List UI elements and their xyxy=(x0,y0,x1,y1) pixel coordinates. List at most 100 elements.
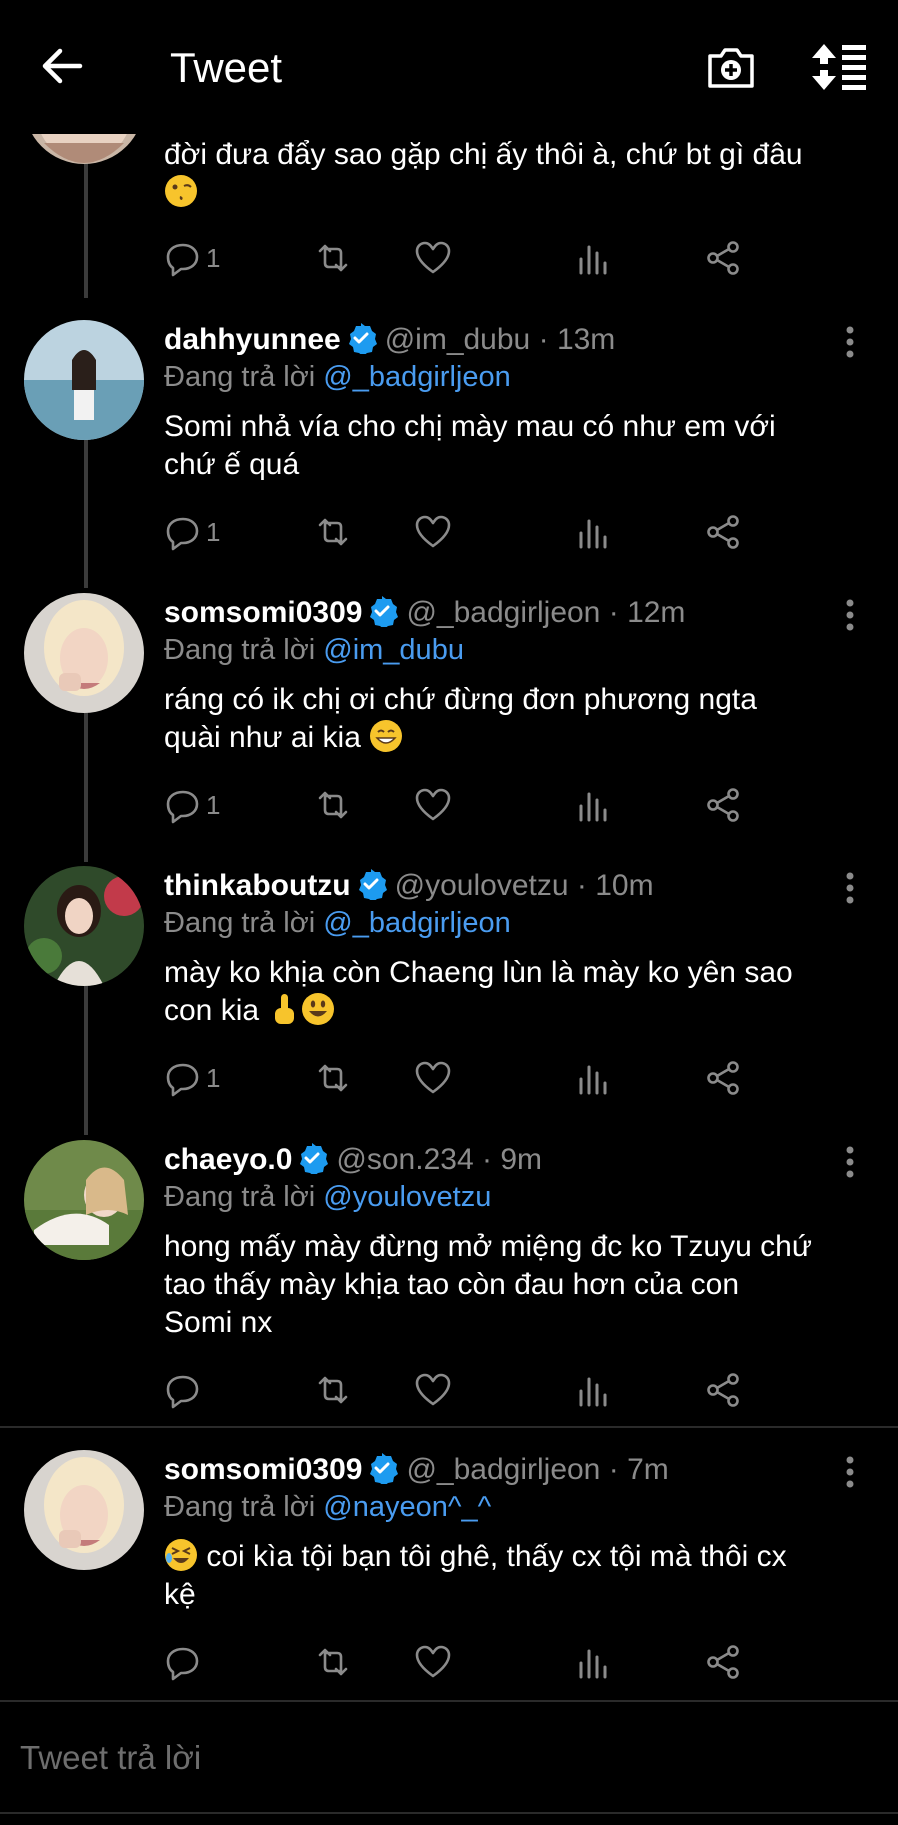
like-button[interactable] xyxy=(414,1642,452,1682)
analytics-icon xyxy=(579,245,607,275)
retweet-icon xyxy=(318,244,348,272)
avatar[interactable] xyxy=(24,593,144,713)
analytics-button[interactable] xyxy=(574,238,612,278)
tweet-actions: 1 xyxy=(164,785,864,825)
share-button[interactable] xyxy=(704,512,742,552)
reply-icon xyxy=(166,1063,199,1097)
display-name[interactable]: somsomi0309 xyxy=(164,596,362,629)
reply-button[interactable]: 1 xyxy=(164,1058,220,1098)
display-name[interactable]: dahhyunnee xyxy=(164,323,341,356)
reply-button[interactable] xyxy=(164,1370,206,1410)
reply-button[interactable]: 1 xyxy=(164,785,220,825)
timestamp: 9m xyxy=(500,1143,543,1176)
divider xyxy=(0,1426,898,1428)
reply-button[interactable] xyxy=(164,1642,206,1682)
verified-badge-icon xyxy=(370,596,399,627)
retweet-button[interactable] xyxy=(314,1642,352,1682)
like-button[interactable] xyxy=(414,512,452,552)
heart-icon xyxy=(415,241,451,274)
tweet-actions xyxy=(164,1642,864,1682)
tweet-text: ráng có ik chị ơi chứ đừng đơn phương ng… xyxy=(164,683,757,754)
display-name[interactable]: thinkaboutzu xyxy=(164,869,351,902)
mention-link[interactable]: @_badgirljeon xyxy=(323,361,510,393)
pointing-up-emoji-icon xyxy=(275,994,295,1024)
analytics-button[interactable] xyxy=(574,1370,612,1410)
reply-count: 1 xyxy=(206,516,221,547)
share-icon xyxy=(707,241,739,275)
more-options-icon[interactable] xyxy=(842,599,858,631)
share-icon xyxy=(707,1373,739,1407)
reply-count: 1 xyxy=(206,789,221,820)
verified-badge-icon xyxy=(370,1453,399,1484)
tweet-text: mày ko khịa còn Chaeng lùn là mày ko yên… xyxy=(164,956,793,1027)
display-name[interactable]: chaeyo.0 xyxy=(164,1143,292,1176)
more-options-icon[interactable] xyxy=(842,1456,858,1488)
more-options-icon[interactable] xyxy=(842,1146,858,1178)
heart-icon xyxy=(415,1645,451,1678)
reply-button[interactable]: 1 xyxy=(164,512,220,552)
retweet-button[interactable] xyxy=(314,238,352,278)
replying-to: Đang trả lời @_badgirljeon xyxy=(164,907,511,939)
retweet-button[interactable] xyxy=(314,512,352,552)
share-button[interactable] xyxy=(704,238,742,278)
mention-link[interactable]: @youlovetzu xyxy=(323,1181,491,1213)
camera-plus-icon[interactable] xyxy=(706,42,756,92)
tweet-actions: 1 xyxy=(164,1058,864,1098)
tweet-text: Somi nhả vía cho chị mày mau có như em v… xyxy=(164,410,776,481)
replying-to: Đang trả lời @nayeon^_^ xyxy=(164,1491,492,1523)
thread-line xyxy=(84,712,88,862)
mention-link[interactable]: @nayeon^_^ xyxy=(323,1491,491,1523)
retweet-button[interactable] xyxy=(314,785,352,825)
avatar[interactable] xyxy=(24,1450,144,1570)
analytics-button[interactable] xyxy=(574,785,612,825)
avatar[interactable] xyxy=(24,1140,144,1260)
share-button[interactable] xyxy=(704,1370,742,1410)
analytics-icon xyxy=(579,1377,607,1407)
page-title: Tweet xyxy=(170,44,283,91)
mention-link[interactable]: @im_dubu xyxy=(323,634,464,666)
analytics-button[interactable] xyxy=(574,1058,612,1098)
retweet-button[interactable] xyxy=(314,1370,352,1410)
display-name[interactable]: somsomi0309 xyxy=(164,1453,362,1486)
tweet-actions xyxy=(164,1370,864,1410)
reply-count: 1 xyxy=(206,242,221,273)
reply-button[interactable]: 1 xyxy=(164,238,220,278)
reply-composer[interactable]: Tweet trả lời xyxy=(0,1700,898,1825)
analytics-button[interactable] xyxy=(574,512,612,552)
analytics-icon xyxy=(579,1649,607,1679)
more-options-icon[interactable] xyxy=(842,326,858,358)
verified-badge-icon xyxy=(348,323,377,354)
reply-input[interactable]: Tweet trả lời xyxy=(20,1738,201,1778)
handle: @_badgirljeon xyxy=(406,596,601,629)
mention-link[interactable]: @_badgirljeon xyxy=(323,907,510,939)
more-options-icon[interactable] xyxy=(842,872,858,904)
avatar[interactable] xyxy=(24,866,144,986)
sort-icon[interactable] xyxy=(810,42,870,92)
analytics-icon xyxy=(579,1065,607,1095)
reply-icon xyxy=(166,790,199,824)
share-icon xyxy=(707,788,739,822)
reply-count: 1 xyxy=(206,1062,221,1093)
like-button[interactable] xyxy=(414,785,452,825)
retweet-icon xyxy=(318,518,348,546)
share-icon xyxy=(707,1061,739,1095)
like-button[interactable] xyxy=(414,1370,452,1410)
retweet-button[interactable] xyxy=(314,1058,352,1098)
analytics-button[interactable] xyxy=(574,1642,612,1682)
share-button[interactable] xyxy=(704,1642,742,1682)
reply-icon xyxy=(166,1375,199,1409)
replying-to: Đang trả lời @_badgirljeon xyxy=(164,361,511,393)
like-button[interactable] xyxy=(414,238,452,278)
tweet-header: somsomi0309 @_badgirljeon · 12m xyxy=(164,596,686,629)
divider xyxy=(0,1700,898,1702)
heart-icon xyxy=(415,788,451,821)
rolling-laughing-emoji-icon xyxy=(165,1539,197,1571)
arrow-left-icon[interactable] xyxy=(40,44,84,88)
like-button[interactable] xyxy=(414,1058,452,1098)
handle: @son.234 xyxy=(336,1143,474,1176)
divider xyxy=(0,1812,898,1814)
share-button[interactable] xyxy=(704,785,742,825)
share-button[interactable] xyxy=(704,1058,742,1098)
avatar[interactable] xyxy=(24,320,144,440)
heart-icon xyxy=(415,1373,451,1406)
